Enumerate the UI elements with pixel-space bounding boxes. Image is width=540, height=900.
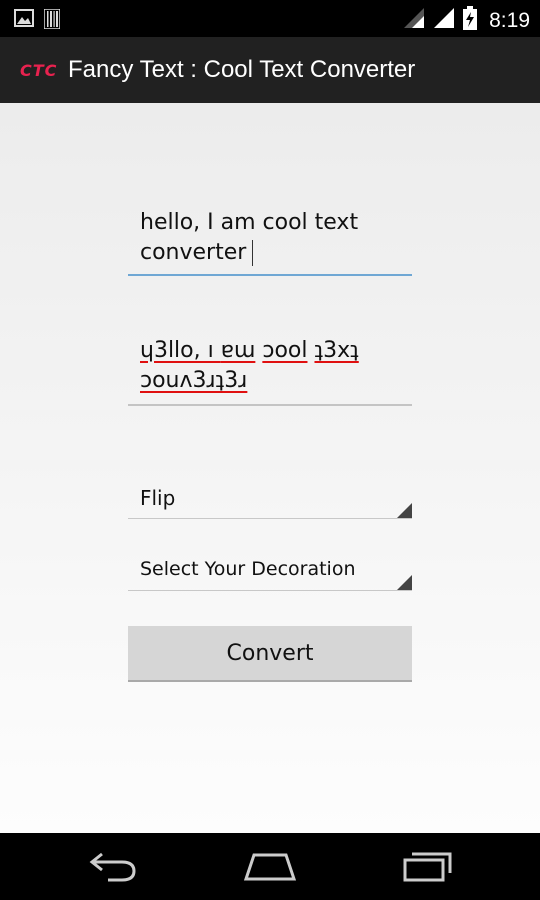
convert-button-label: Convert [226, 640, 314, 666]
recent-apps-icon[interactable] [402, 849, 454, 888]
app-title: Fancy Text : Cool Text Converter [68, 56, 416, 83]
dropdown-triangle-icon [397, 575, 412, 590]
battery-charging-icon [463, 6, 478, 35]
image-icon [14, 9, 34, 34]
wifi-icon [403, 7, 425, 34]
app-logo-icon: CTC [20, 60, 58, 80]
converted-output-field[interactable]: ɥ3llo, ı ɐɯ ɔool ʇ3xʇ ɔouʌ3ɹʇ3ɹ [128, 336, 412, 406]
action-bar: CTC Fancy Text : Cool Text Converter [0, 37, 540, 103]
style-spinner[interactable]: Flip [128, 478, 412, 519]
style-spinner-value: Flip [140, 486, 176, 510]
output-segment: ɔool [262, 338, 308, 363]
navigation-bar [0, 833, 540, 900]
dropdown-triangle-icon [397, 503, 412, 518]
output-segment: ɔouʌ3ɹʇ3ɹ [140, 368, 248, 393]
signal-icon [433, 7, 455, 34]
decoration-spinner[interactable]: Select Your Decoration [128, 550, 412, 591]
output-segment: ɥ3llo, ı [140, 338, 221, 363]
home-icon[interactable] [242, 849, 298, 888]
text-cursor [252, 240, 254, 266]
status-bar: 8:19 [0, 0, 540, 37]
convert-button[interactable]: Convert [128, 626, 412, 682]
output-segment: ɐɯ [220, 338, 256, 363]
status-clock: 8:19 [489, 8, 530, 32]
converted-output-text: ɥ3llo, ı ɐɯ ɔool ʇ3xʇ ɔouʌ3ɹʇ3ɹ [128, 336, 412, 396]
text-input-value: hello, I am cool text converter [140, 210, 359, 265]
text-input[interactable]: hello, I am cool text converter [128, 208, 412, 276]
output-segment: ʇ3xʇ [314, 338, 359, 363]
decoration-spinner-value: Select Your Decoration [140, 558, 356, 580]
barcode-icon [43, 8, 61, 34]
back-icon[interactable] [88, 849, 138, 888]
main-content: hello, I am cool text converter ɥ3llo, ı… [0, 103, 540, 833]
